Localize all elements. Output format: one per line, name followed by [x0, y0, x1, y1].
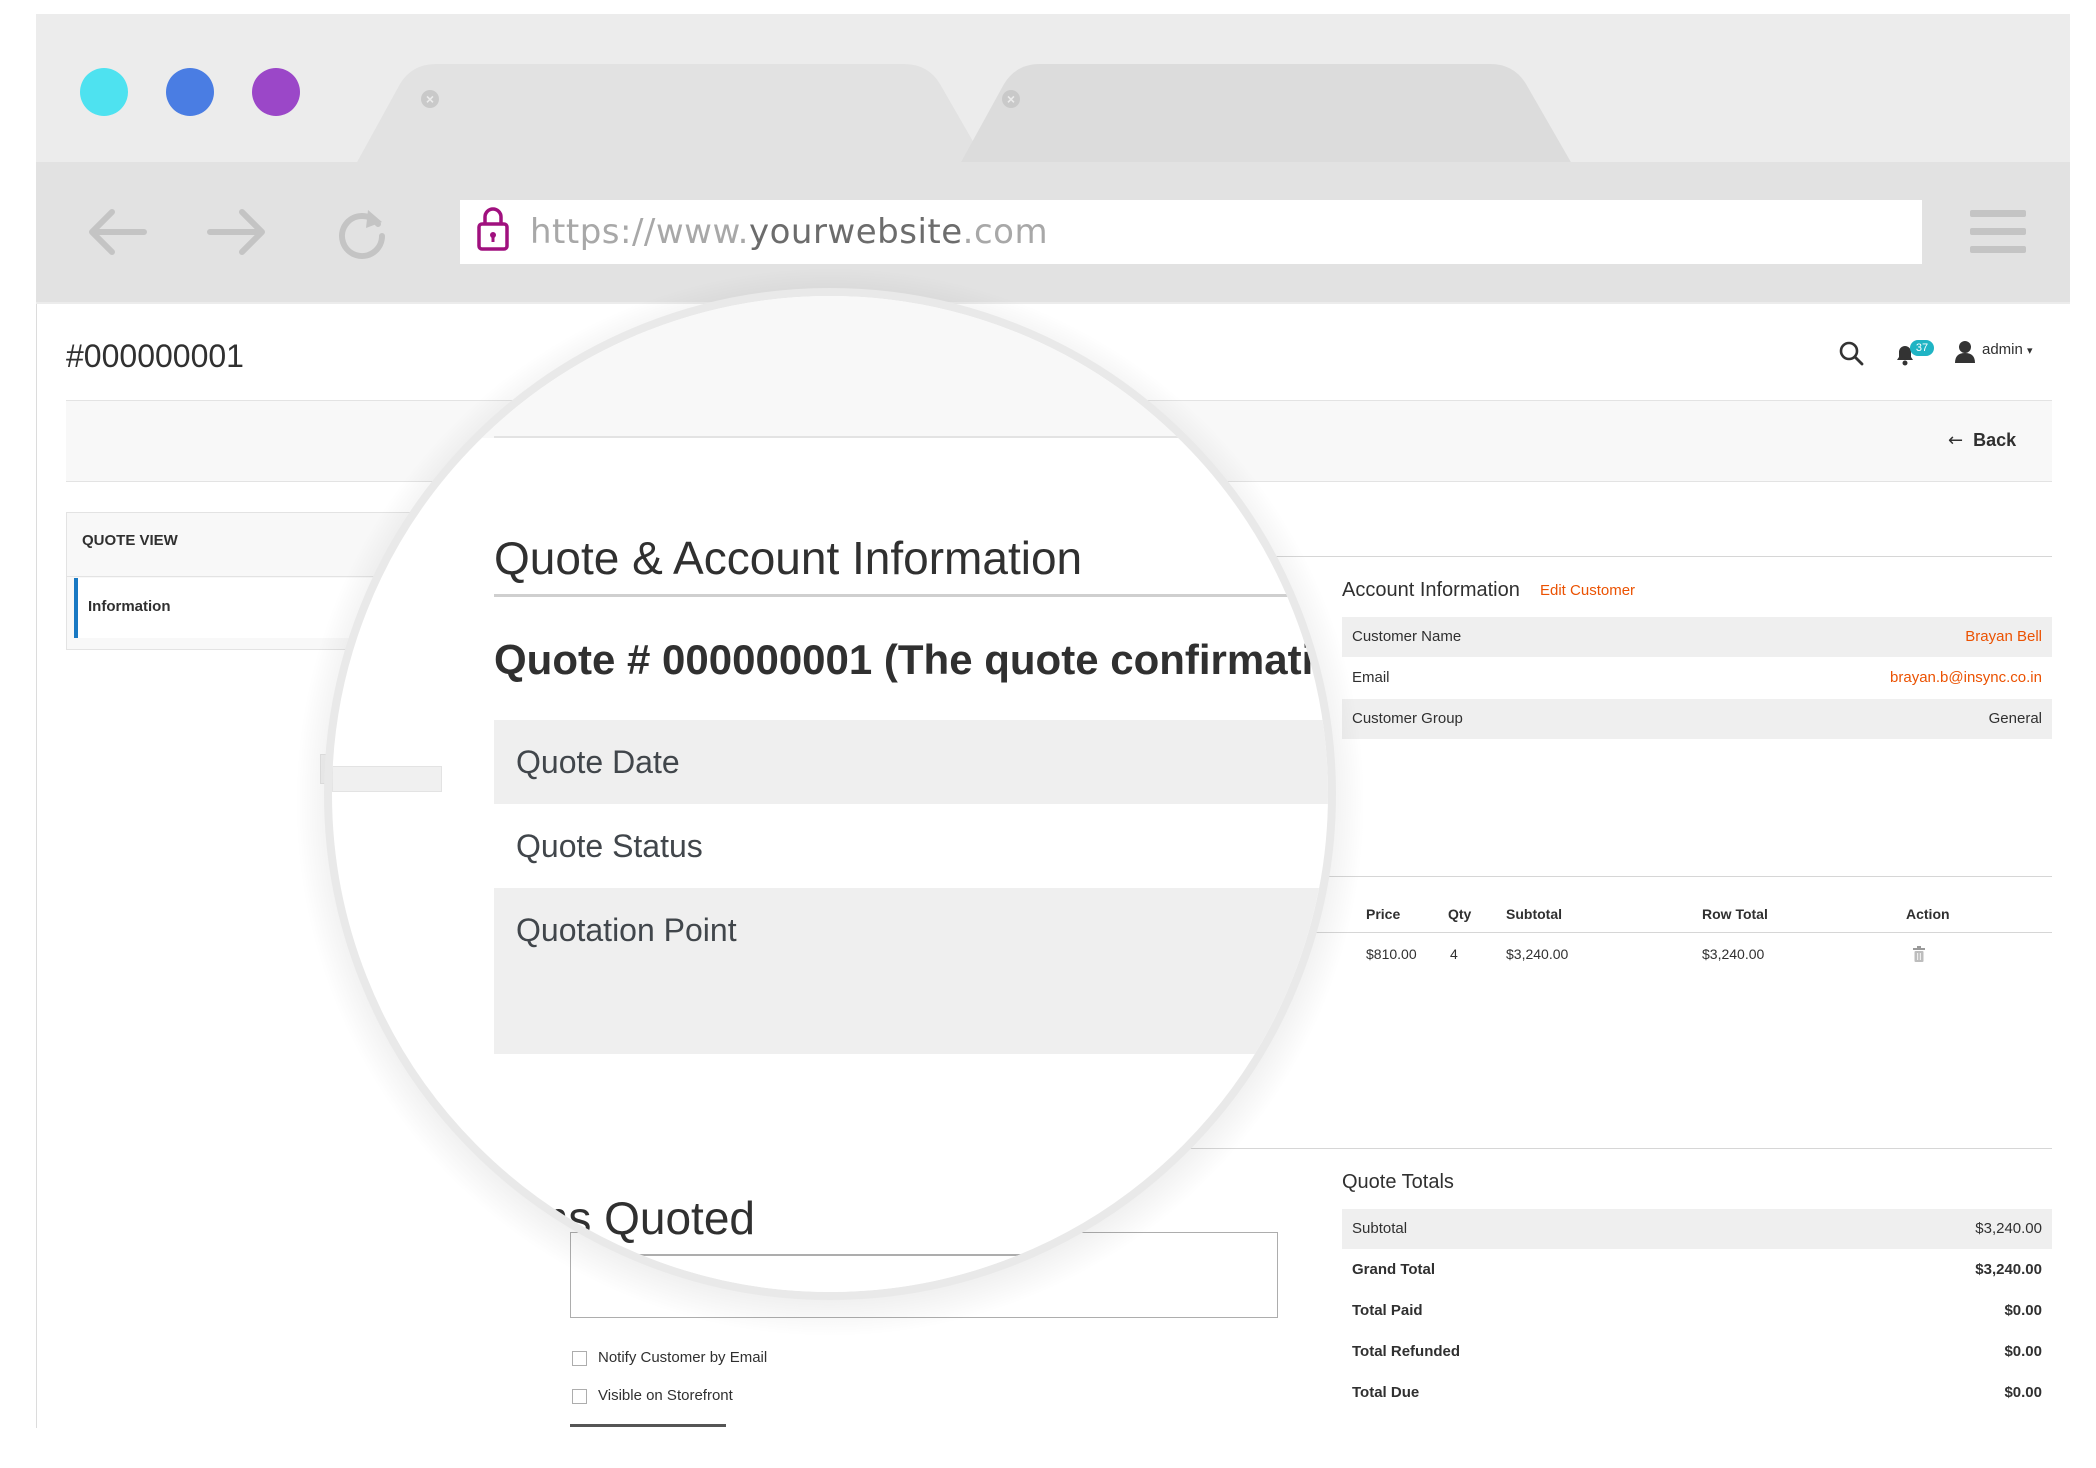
arrow-left-icon: ← — [1948, 430, 1964, 451]
customer-group-label: Customer Group — [1352, 710, 1463, 727]
row-subtotal: $3,240.00 — [1506, 946, 1569, 962]
url-text[interactable]: https://www.yourwebsite.com — [530, 210, 1048, 254]
browser-tab-2[interactable] — [960, 64, 1572, 164]
totals-row-total-paid: Total Paid $0.00 — [1342, 1291, 2052, 1331]
totals-value: $0.00 — [2004, 1302, 2042, 1319]
totals-label: Total Paid — [1352, 1302, 1423, 1319]
customer-group-row: Customer Group General — [1342, 699, 2052, 739]
submit-button-edge[interactable] — [570, 1424, 726, 1427]
back-button[interactable]: ← Back — [1948, 428, 2016, 453]
row-price: $810.00 — [1366, 946, 1417, 962]
url-scheme: https://www. — [530, 212, 749, 252]
totals-label: Subtotal — [1352, 1220, 1408, 1237]
account-information-title: Account Information — [1342, 579, 1520, 601]
tab-close-icon[interactable]: × — [1002, 90, 1020, 108]
page-left-edge — [36, 304, 37, 1428]
back-arrow-icon[interactable] — [84, 204, 148, 265]
totals-label: Total Due — [1352, 1384, 1420, 1401]
table-header-divider — [1312, 932, 2052, 933]
sidebar-title: QUOTE VIEW — [82, 532, 178, 549]
totals-row-grand-total: Grand Total $3,240.00 — [1342, 1250, 2052, 1290]
totals-value: $3,240.00 — [1975, 1261, 2042, 1278]
section-divider — [1272, 556, 2052, 557]
hamburger-menu-icon[interactable] — [1970, 210, 2026, 254]
browser-tab-1[interactable] — [356, 64, 986, 164]
magnified-divider — [494, 436, 1194, 438]
quotation-point-label: Quotation Point — [516, 912, 737, 948]
window-dot-cyan[interactable] — [80, 68, 128, 116]
column-header-qty: Qty — [1448, 906, 1472, 922]
row-qty: 4 — [1450, 946, 1458, 962]
url-domain: yourwebsite — [748, 212, 963, 252]
visible-on-storefront-label: Visible on Storefront — [598, 1387, 733, 1404]
column-header-action: Action — [1906, 906, 1950, 922]
search-icon[interactable] — [1838, 340, 1864, 371]
user-name: admin — [1982, 341, 2023, 358]
email-link[interactable]: brayan.b@insync.co.in — [1890, 658, 2042, 698]
column-header-row-total: Row Total — [1702, 906, 1768, 922]
quote-date-label: Quote Date — [516, 744, 680, 780]
row-total: $3,240.00 — [1702, 946, 1765, 962]
totals-value: $0.00 — [2004, 1384, 2042, 1401]
totals-label: Grand Total — [1352, 1261, 1436, 1278]
url-tld: .com — [962, 212, 1049, 252]
column-header-price: Price — [1366, 906, 1401, 922]
notify-customer-checkbox[interactable] — [572, 1351, 587, 1366]
quote-number-heading: Quote # 000000001 (The quote confirmatio… — [494, 636, 1336, 683]
hamburger-line — [1970, 210, 2026, 217]
edit-customer-link[interactable]: Edit Customer — [1540, 580, 1635, 602]
customer-group-value: General — [1988, 710, 2042, 727]
trash-icon[interactable] — [1912, 946, 1926, 962]
magnified-sidebar-block — [332, 766, 442, 792]
admin-user-menu[interactable]: admin ▾ — [1982, 340, 2033, 361]
magnified-title-underline — [494, 594, 1294, 597]
totals-row-total-refunded: Total Refunded $0.00 — [1342, 1332, 2052, 1372]
back-button-label: Back — [1973, 430, 2017, 450]
notify-customer-label: Notify Customer by Email — [598, 1349, 768, 1366]
window-dot-purple[interactable] — [252, 68, 300, 116]
totals-label: Total Refunded — [1352, 1343, 1461, 1360]
totals-row-total-due: Total Due $0.00 — [1342, 1373, 2052, 1413]
hamburger-line — [1970, 228, 2026, 235]
customer-name-link[interactable]: Brayan Bell — [1965, 617, 2042, 657]
customer-name-row: Customer Name Brayan Bell — [1342, 617, 2052, 657]
tab-close-icon[interactable]: × — [421, 90, 439, 108]
reload-icon[interactable] — [332, 202, 392, 267]
email-row: Email brayan.b@insync.co.in — [1342, 658, 2052, 698]
quote-status-label: Quote Status — [516, 828, 703, 864]
page-title: #000000001 — [66, 338, 244, 374]
quote-account-information-title: Quote & Account Information — [494, 532, 1083, 584]
notification-count-badge: 37 — [1910, 340, 1934, 356]
chevron-down-icon: ▾ — [2027, 345, 2033, 357]
totals-value: $3,240.00 — [1975, 1220, 2042, 1237]
column-header-subtotal: Subtotal — [1506, 906, 1562, 922]
quote-totals-title: Quote Totals — [1342, 1171, 1454, 1193]
items-quoted-title: ms Quoted — [530, 1192, 755, 1244]
sidebar-item-label: Information — [88, 598, 171, 615]
magnifier-lens: Quote & Account Information Quote # 0000… — [324, 288, 1336, 1300]
hamburger-line — [1970, 246, 2026, 253]
user-icon[interactable] — [1954, 340, 1976, 369]
window-dot-blue[interactable] — [166, 68, 214, 116]
magnified-actions-bar — [332, 296, 1328, 438]
lock-icon — [476, 206, 510, 257]
totals-row-subtotal: Subtotal $3,240.00 — [1342, 1209, 2052, 1249]
forward-arrow-icon[interactable] — [206, 204, 270, 265]
totals-value: $0.00 — [2004, 1343, 2042, 1360]
visible-on-storefront-checkbox[interactable] — [572, 1389, 587, 1404]
customer-name-label: Customer Name — [1352, 628, 1462, 645]
